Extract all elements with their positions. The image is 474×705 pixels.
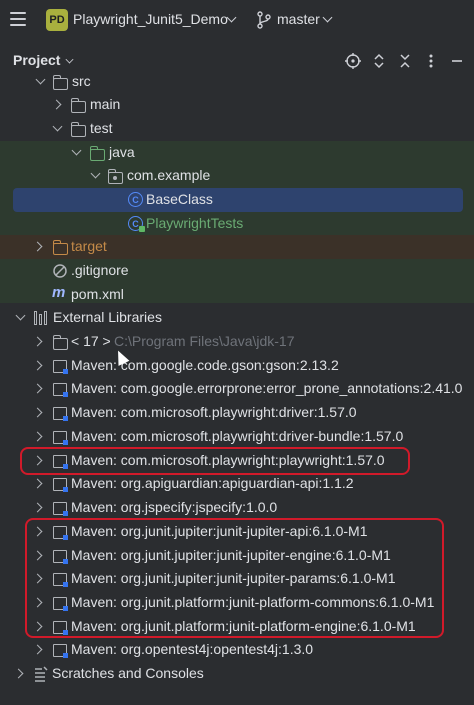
expand-all-icon[interactable] xyxy=(370,52,388,70)
expand-arrow-icon[interactable] xyxy=(32,336,43,347)
tree-node-scratches[interactable]: Scratches and Consoles xyxy=(0,662,474,686)
node-label: Maven: com.microsoft.playwright:driver-b… xyxy=(71,428,404,444)
folder-icon xyxy=(52,75,68,90)
expand-arrow-icon[interactable] xyxy=(13,668,24,679)
options-icon[interactable] xyxy=(422,52,440,70)
expand-arrow-icon[interactable] xyxy=(52,121,63,132)
library-icon xyxy=(53,431,68,445)
package-icon xyxy=(107,169,123,184)
node-label: test xyxy=(90,120,113,136)
expand-arrow-icon[interactable] xyxy=(32,478,43,489)
tree-node-library[interactable]: Maven: org.jspecify:jspecify:1.0.0 xyxy=(0,496,474,520)
node-label: target xyxy=(71,238,107,254)
node-label: src xyxy=(72,74,91,89)
libraries-icon xyxy=(34,311,50,325)
tree-node-baseclass[interactable]: C BaseClass xyxy=(0,188,474,212)
node-label: com.example xyxy=(127,167,211,183)
project-name[interactable]: Playwright_Junit5_Demo xyxy=(73,11,228,27)
node-label: External Libraries xyxy=(53,309,162,325)
jdk-folder-icon xyxy=(52,335,68,350)
tree-node-external-libraries[interactable]: External Libraries xyxy=(0,306,474,330)
expand-arrow-icon[interactable] xyxy=(15,310,26,321)
node-label: Maven: com.google.code.gson:gson:2.13.2 xyxy=(71,357,339,373)
folder-icon xyxy=(70,122,86,137)
ignore-file-icon xyxy=(53,264,67,278)
hide-panel-icon[interactable] xyxy=(448,52,466,70)
library-icon xyxy=(53,644,68,658)
project-panel-header: Project xyxy=(0,46,474,76)
locate-file-icon[interactable] xyxy=(344,52,362,70)
title-bar: PD Playwright_Junit5_Demo master xyxy=(0,0,474,40)
branch-dropdown-chevron-icon[interactable] xyxy=(322,12,333,23)
node-label: .gitignore xyxy=(71,262,129,278)
library-icon xyxy=(53,383,68,397)
tree-node-library[interactable]: Maven: com.microsoft.playwright:driver-b… xyxy=(0,425,474,449)
node-label: Scratches and Consoles xyxy=(52,665,204,681)
node-label: Maven: com.google.errorprone:error_prone… xyxy=(71,380,463,396)
library-icon xyxy=(53,360,68,374)
node-label: java xyxy=(109,144,135,160)
node-label: < 17 > xyxy=(71,333,111,349)
expand-arrow-icon[interactable] xyxy=(90,168,101,179)
expand-arrow-icon[interactable] xyxy=(51,99,62,110)
scratches-icon xyxy=(35,666,48,682)
expand-arrow-icon[interactable] xyxy=(32,644,43,655)
test-class-icon: C xyxy=(128,216,145,232)
tree-node-pom[interactable]: m pom.xml xyxy=(0,283,474,307)
expand-arrow-icon[interactable] xyxy=(32,407,43,418)
expand-arrow-icon[interactable] xyxy=(35,74,46,85)
expand-arrow-icon[interactable] xyxy=(32,383,43,394)
jdk-path: C:\Program Files\Java\jdk-17 xyxy=(114,333,295,349)
tree-node-src[interactable]: src xyxy=(0,74,474,94)
panel-view-chevron-icon[interactable] xyxy=(65,55,74,64)
tree-node-main[interactable]: main xyxy=(0,93,474,117)
tree-node-target[interactable]: target xyxy=(0,235,474,259)
node-label: PlaywrightTests xyxy=(146,215,244,231)
tree-node-gitignore[interactable]: .gitignore xyxy=(0,259,474,283)
expand-arrow-icon[interactable] xyxy=(32,360,43,371)
project-badge[interactable]: PD xyxy=(46,9,68,31)
folder-icon xyxy=(70,98,86,113)
tree-node-java[interactable]: java xyxy=(0,141,474,165)
tree-node-test[interactable]: test xyxy=(0,117,474,141)
project-dropdown-chevron-icon[interactable] xyxy=(226,12,237,23)
class-icon: C xyxy=(128,192,143,207)
tree-node-library[interactable]: Maven: com.microsoft.playwright:driver:1… xyxy=(0,401,474,425)
tree-node-jdk[interactable]: < 17 > C:\Program Files\Java\jdk-17 xyxy=(0,330,474,354)
library-icon xyxy=(53,478,68,492)
node-label: BaseClass xyxy=(146,191,213,207)
tree-node-library[interactable]: Maven: org.opentest4j:opentest4j:1.3.0 xyxy=(0,638,474,662)
node-label: Maven: org.opentest4j:opentest4j:1.3.0 xyxy=(71,641,314,657)
annotation-box-junit xyxy=(25,518,444,638)
panel-title[interactable]: Project xyxy=(13,52,60,68)
node-label: pom.xml xyxy=(71,286,124,302)
excluded-folder-icon xyxy=(52,240,68,255)
node-label: Maven: com.microsoft.playwright:driver:1… xyxy=(71,404,357,420)
maven-file-icon: m xyxy=(52,284,66,301)
test-sources-folder-icon xyxy=(89,146,105,161)
node-label: Maven: org.jspecify:jspecify:1.0.0 xyxy=(71,499,278,515)
library-icon xyxy=(53,502,68,516)
git-branch-icon[interactable] xyxy=(256,11,272,29)
branch-name[interactable]: master xyxy=(277,11,320,27)
expand-arrow-icon[interactable] xyxy=(32,241,43,252)
main-menu-icon[interactable] xyxy=(10,12,26,26)
tree-node-library[interactable]: Maven: com.google.errorprone:error_prone… xyxy=(0,377,474,401)
expand-arrow-icon[interactable] xyxy=(32,502,43,513)
expand-arrow-icon[interactable] xyxy=(32,431,43,442)
tree-node-package[interactable]: com.example xyxy=(0,164,474,188)
library-icon xyxy=(53,407,68,421)
tree-node-library[interactable]: Maven: com.google.code.gson:gson:2.13.2 xyxy=(0,354,474,378)
expand-arrow-icon[interactable] xyxy=(71,145,82,156)
collapse-all-icon[interactable] xyxy=(396,52,414,70)
tree-node-library[interactable]: Maven: org.apiguardian:apiguardian-api:1… xyxy=(0,472,474,496)
tree-node-playwrighttests[interactable]: C PlaywrightTests xyxy=(0,212,474,236)
node-label: main xyxy=(90,96,121,112)
annotation-box-playwright xyxy=(20,447,410,475)
node-label: Maven: org.apiguardian:apiguardian-api:1… xyxy=(71,475,354,491)
